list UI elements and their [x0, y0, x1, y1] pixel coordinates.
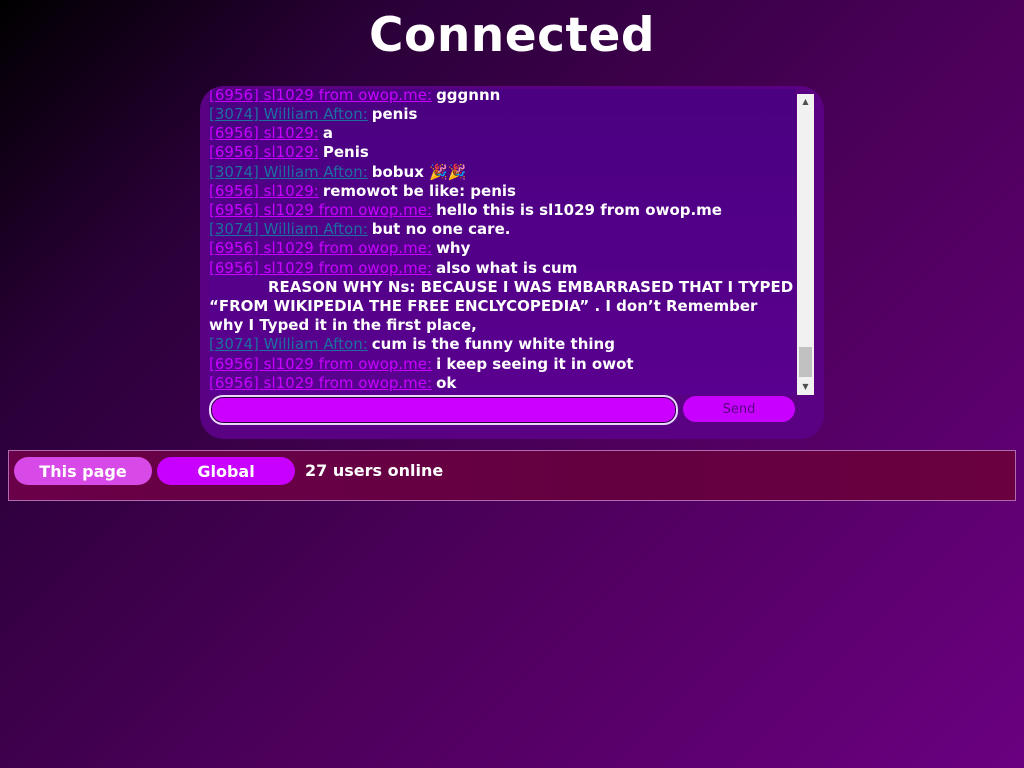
chat-message: [3074] William Afton: bobux 🎉🎉 — [209, 163, 796, 182]
chat-message-text: gggnnn — [436, 89, 501, 104]
chat-message-author[interactable]: [3074] William Afton: — [209, 335, 368, 353]
status-bar: This page Global 27 users online — [8, 450, 1016, 501]
chat-message-author[interactable]: [6956] sl1029 from owop.me: — [209, 89, 432, 104]
chat-message-author[interactable]: [3074] William Afton: — [209, 220, 368, 238]
chat-message-author[interactable]: [6956] sl1029 from owop.me: — [209, 374, 432, 392]
chat-input[interactable] — [209, 395, 678, 425]
chat-message-text: ok — [436, 373, 457, 392]
chat-message: [6956] sl1029 from owop.me: i keep seeing… — [209, 355, 796, 374]
chat-message-author[interactable]: [6956] sl1029 from owop.me: — [209, 355, 432, 373]
tab-this-page[interactable]: This page — [14, 457, 152, 485]
chat-message: [6956] sl1029: remowot be like: penis — [209, 182, 796, 201]
chat-message: [6956] sl1029 from owop.me: also what is … — [209, 259, 796, 278]
chat-message: [6956] sl1029: a — [209, 124, 796, 143]
chat-message: [6956] sl1029 from owop.me: gggnnn — [209, 89, 796, 105]
chat-messages[interactable]: [6956] sl1029 from owop.me: gggnnn [3074] … — [209, 89, 796, 395]
chat-message: [3074] William Afton: penis — [209, 105, 796, 124]
chat-message-text: penis — [371, 104, 418, 123]
chat-message-author[interactable]: [6956] sl1029: — [209, 143, 319, 161]
chat-message-text: remowot be like: penis — [322, 181, 516, 200]
chat-scrollbar[interactable]: ▲ ▼ — [797, 94, 814, 395]
chat-message-text: i keep seeing it in owot — [436, 354, 634, 373]
chat-message-author[interactable]: [3074] William Afton: — [209, 105, 368, 123]
chat-message-text: hello this is sl1029 from owop.me — [436, 200, 722, 219]
chat-message-author[interactable]: [6956] sl1029: — [209, 124, 319, 142]
chat-message: [6956] sl1029 from owop.me: why — [209, 239, 796, 258]
chat-messages-list: [6956] sl1029 from owop.me: gggnnn [3074] … — [209, 89, 796, 393]
chat-message-text: REASON WHY Ns: BECAUSE I WAS EMBARRASED … — [209, 277, 794, 335]
chat-message-text: why — [436, 239, 471, 258]
chat-message: [6956] sl1029 from owop.me: hello this is… — [209, 201, 796, 220]
scroll-down-arrow-icon[interactable]: ▼ — [797, 379, 814, 395]
chat-message-author[interactable]: [6956] sl1029 from owop.me: — [209, 201, 432, 219]
chat-message-author[interactable]: [3074] William Afton: — [209, 163, 368, 181]
chat-message-text: but no one care. — [371, 220, 511, 239]
send-button[interactable]: Send — [683, 396, 795, 422]
chat-message-text: also what is cum — [436, 258, 578, 277]
chat-panel: [6956] sl1029 from owop.me: gggnnn [3074] … — [200, 86, 824, 439]
chat-message-author[interactable]: [6956] sl1029 from owop.me: — [209, 239, 432, 257]
tab-global[interactable]: Global — [157, 457, 295, 485]
page-title: Connected — [369, 8, 655, 63]
chat-message-author[interactable]: [6956] sl1029: — [209, 182, 319, 200]
chat-message-text: bobux 🎉🎉 — [371, 162, 467, 181]
chat-message-text: a — [322, 124, 333, 143]
chat-message: REASON WHY Ns: BECAUSE I WAS EMBARRASED … — [209, 278, 796, 336]
chat-message: [6956] sl1029 from owop.me: ok — [209, 374, 796, 393]
users-online-count: 27 users online — [305, 461, 444, 480]
chat-message: [6956] sl1029: Penis — [209, 143, 796, 162]
scroll-up-arrow-icon[interactable]: ▲ — [797, 94, 814, 110]
chat-message-author[interactable]: [6956] sl1029 from owop.me: — [209, 259, 432, 277]
scroll-thumb[interactable] — [799, 347, 812, 377]
chat-message-text: cum is the funny white thing — [371, 335, 615, 354]
chat-message-text: Penis — [322, 143, 369, 162]
chat-message: [3074] William Afton: but no one care. — [209, 220, 796, 239]
chat-message: [3074] William Afton: cum is the funny wh… — [209, 335, 796, 354]
